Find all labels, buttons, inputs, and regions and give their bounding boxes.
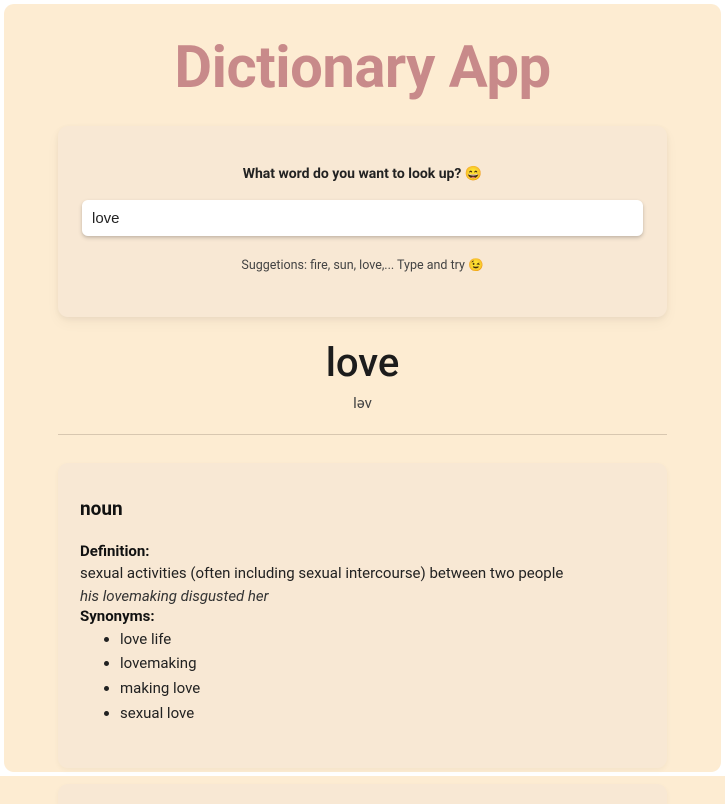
definition-label: Definition: xyxy=(80,542,645,560)
list-item: lovemaking xyxy=(120,651,645,676)
search-prompt: What word do you want to look up? 😄 xyxy=(82,166,643,182)
search-card: What word do you want to look up? 😄 Sugg… xyxy=(58,126,667,317)
part-of-speech: noun xyxy=(80,497,645,520)
definition-example: his lovemaking disgusted her xyxy=(80,587,645,605)
result-divider xyxy=(58,434,667,435)
definition-text: sexual activities (often including sexua… xyxy=(80,562,645,585)
definition-card: noun Definition: sexual activities (ofte… xyxy=(58,463,667,768)
synonyms-label: Synonyms: xyxy=(80,607,645,625)
word-title: love xyxy=(58,339,667,386)
next-definition-card xyxy=(58,784,667,804)
word-header: love ləv xyxy=(58,339,667,434)
app-title: Dictionary App xyxy=(58,34,667,102)
list-item: sexual love xyxy=(120,701,645,726)
list-item: making love xyxy=(120,676,645,701)
search-input[interactable] xyxy=(82,200,643,236)
list-item: love life xyxy=(120,627,645,652)
word-phonetic: ləv xyxy=(58,394,667,412)
synonyms-list: love life lovemaking making love sexual … xyxy=(80,627,645,726)
search-suggestion: Suggetions: fire, sun, love,... Type and… xyxy=(82,258,643,273)
